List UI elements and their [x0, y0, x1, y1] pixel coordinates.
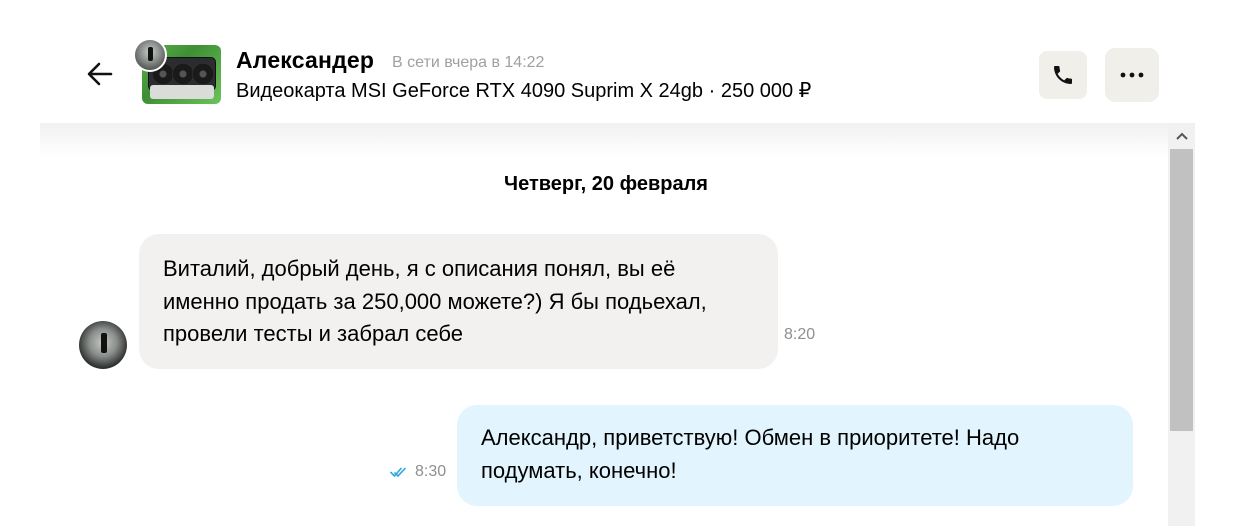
listing-title[interactable]: Видеокарта MSI GeForce RTX 4090 Suprim X…	[236, 78, 811, 103]
date-separator: Четверг, 20 февраля	[504, 173, 708, 195]
sender-avatar[interactable]	[79, 321, 127, 369]
more-button[interactable]	[1105, 48, 1159, 102]
scroll-up-button[interactable]	[1168, 123, 1195, 149]
message-line: подумать, конечно!	[481, 457, 677, 483]
incoming-message[interactable]: Виталий, добрый день, я с описания понял…	[139, 234, 778, 369]
contact-name[interactable]: Александер	[236, 47, 374, 74]
seller-mini-avatar	[133, 38, 167, 72]
chat-header: Александер В сети вчера в 14:22 Видеокар…	[0, 0, 1236, 123]
message-meta: 8:30	[390, 463, 446, 481]
message-time: 8:20	[784, 326, 816, 343]
message-line: именно продать за 250,000 можете?) Я бы …	[163, 288, 707, 314]
chevron-up-icon	[1175, 132, 1188, 140]
header-shadow	[40, 122, 1168, 158]
arrow-left-icon	[87, 62, 113, 86]
outgoing-message[interactable]: Александр, приветствую! Обмен в приорите…	[457, 405, 1133, 506]
call-button[interactable]	[1039, 51, 1087, 99]
message-line: провели тесты и забрал себе	[163, 321, 463, 346]
double-check-icon	[390, 467, 406, 477]
contact-status: В сети вчера в 14:22	[392, 54, 545, 71]
phone-icon	[1054, 66, 1072, 84]
message-line: Александр, приветствую! Обмен в приорите…	[481, 425, 1020, 450]
message-time: 8:30	[415, 463, 447, 480]
back-button[interactable]	[82, 56, 118, 92]
more-horizontal-icon	[1120, 72, 1144, 78]
message-line: Виталий, добрый день, я с описания понял…	[163, 256, 676, 281]
